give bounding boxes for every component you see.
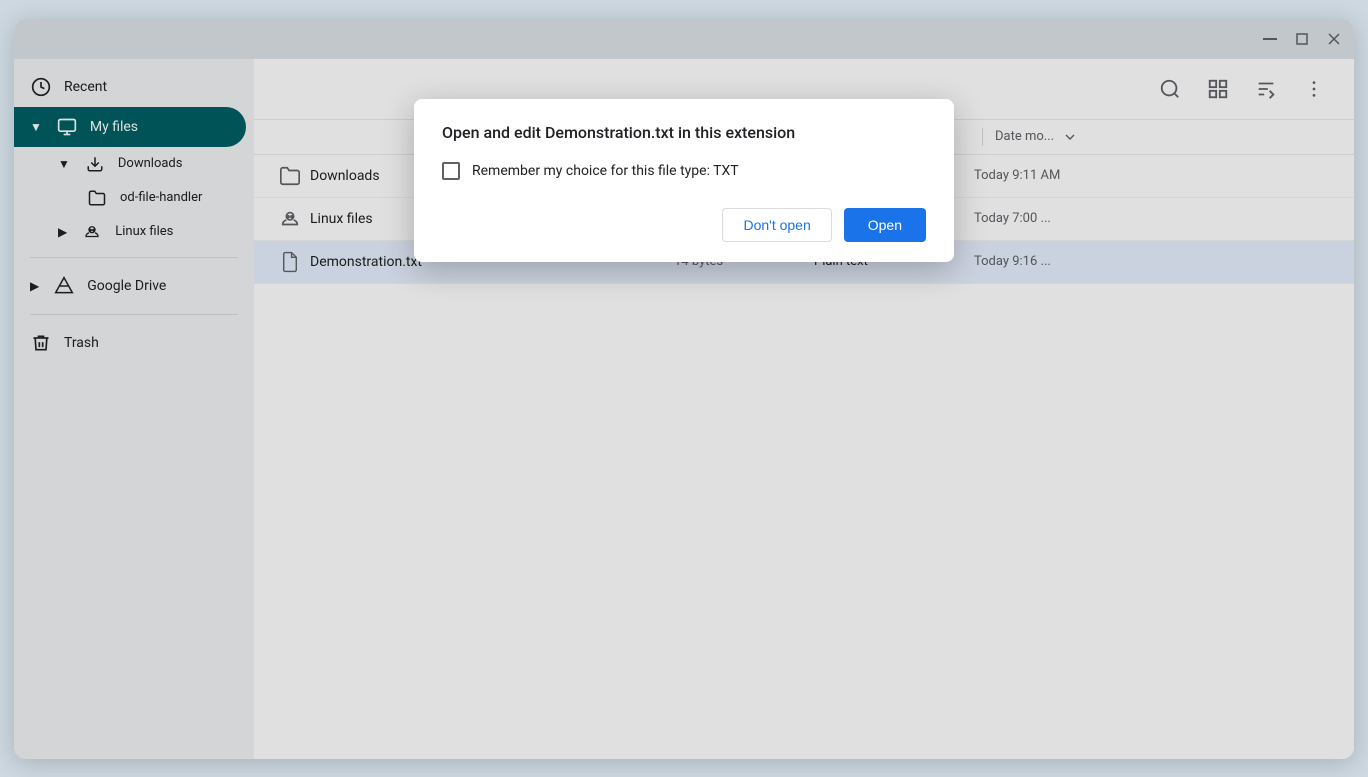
open-button[interactable]: Open	[844, 208, 926, 242]
dialog-overlay: Open and edit Demonstration.txt in this …	[14, 19, 1354, 759]
remember-choice-row: Remember my choice for this file type: T…	[442, 162, 926, 180]
open-with-dialog: Open and edit Demonstration.txt in this …	[414, 99, 954, 262]
dialog-title: Open and edit Demonstration.txt in this …	[442, 123, 926, 142]
remember-choice-checkbox[interactable]	[442, 162, 460, 180]
dialog-actions: Don't open Open	[442, 208, 926, 242]
app-window: Recent ▼ My files ▼ Downloads	[14, 19, 1354, 759]
remember-choice-label: Remember my choice for this file type: T…	[472, 163, 739, 179]
dont-open-button[interactable]: Don't open	[722, 208, 831, 242]
